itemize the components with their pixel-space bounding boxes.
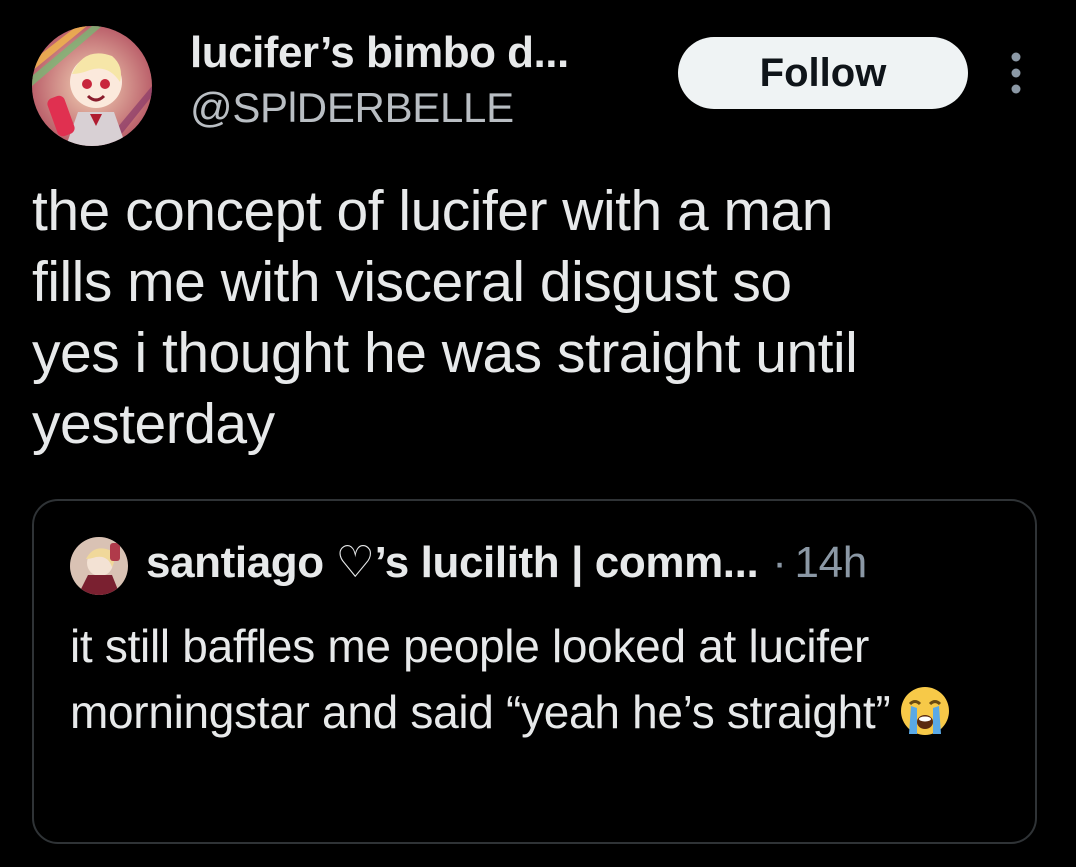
quoted-avatar-icon [70,537,128,595]
loudly-crying-face-icon [898,684,952,738]
follow-button[interactable]: Follow [678,37,968,109]
author-handle[interactable]: @SPlDERBELLE [190,84,514,132]
quoted-tweet-text-content: it still baffles me people looked at luc… [70,620,891,738]
more-options-icon[interactable] [1002,50,1030,96]
profile-avatar-icon [32,26,152,146]
quoted-author-avatar[interactable] [70,537,128,595]
quoted-author-name[interactable]: santiago ♡’s lucilith | comm... [146,537,759,588]
tweet-text: the concept of lucifer with a man fills … [32,179,858,456]
quoted-timestamp[interactable]: 14h [795,538,868,588]
quoted-tweet-text: it still baffles me people looked at luc… [70,613,1010,745]
quoted-tweet-card[interactable]: santiago ♡’s lucilith | comm... · 14h it… [32,499,1037,844]
author-avatar[interactable] [32,26,152,146]
separator-dot: · [772,537,787,587]
author-display-name[interactable]: lucifer’s bimbo d... [190,28,569,78]
quoted-tweet-header: santiago ♡’s lucilith | comm... · 14h [146,537,867,588]
